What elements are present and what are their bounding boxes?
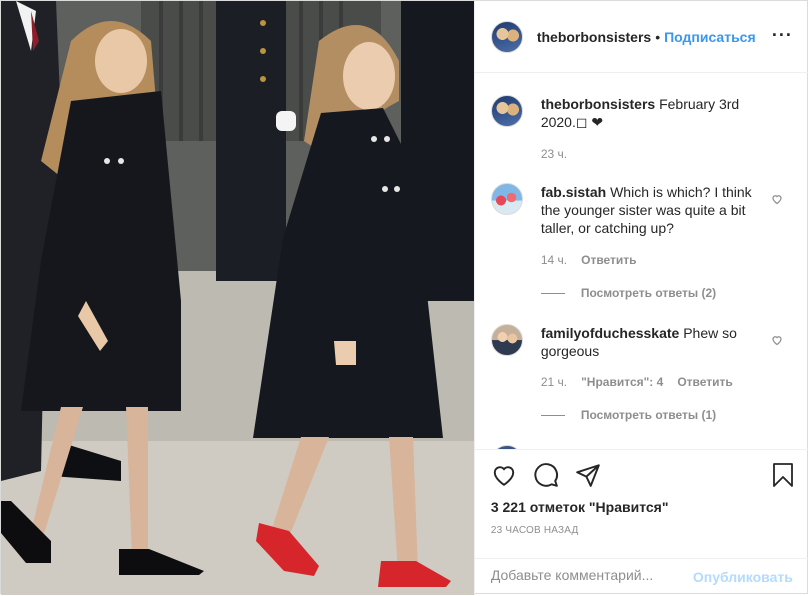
publish-button[interactable]: Опубликовать bbox=[693, 569, 793, 585]
reply-button[interactable]: Ответить bbox=[581, 253, 636, 267]
bookmark-button[interactable] bbox=[771, 462, 795, 488]
commenter-avatar[interactable] bbox=[490, 324, 523, 356]
post-photo[interactable] bbox=[1, 1, 474, 595]
comment-text: familyofduchesskate Phew so gorgeous bbox=[541, 324, 773, 360]
action-icons bbox=[491, 462, 601, 488]
comment-meta: 14 ч. Ответить bbox=[541, 253, 637, 267]
more-options-icon[interactable]: ··· bbox=[772, 25, 793, 46]
post-actions: 3 221 отметок "Нравится" 23 ЧАСОВ НАЗАД … bbox=[474, 449, 808, 596]
comment-item: fab.sistah Which is which? I think the y… bbox=[490, 183, 793, 303]
heart-icon[interactable] bbox=[491, 462, 517, 488]
comment-time[interactable]: 21 ч. bbox=[541, 375, 567, 389]
post-time[interactable]: 23 ЧАСОВ НАЗАД bbox=[491, 525, 579, 536]
post-sidebar: theborbonsisters • Подписаться ··· thebo… bbox=[473, 1, 808, 596]
view-replies-label: Посмотреть ответы (2) bbox=[580, 286, 717, 300]
add-comment-bar: Опубликовать bbox=[474, 558, 808, 596]
likes-count[interactable]: 3 221 отметок "Нравится" bbox=[491, 499, 669, 515]
share-icon[interactable] bbox=[575, 462, 601, 488]
caption-avatar[interactable] bbox=[490, 95, 523, 127]
comment-meta: 21 ч. "Нравится": 4 Ответить bbox=[541, 375, 733, 389]
replies-divider bbox=[540, 414, 565, 416]
comment-item: familyofduchesskate Phew so gorgeous 21 … bbox=[490, 324, 793, 434]
comment-time[interactable]: 14 ч. bbox=[541, 253, 567, 267]
instagram-post: theborbonsisters • Подписаться ··· thebo… bbox=[0, 0, 808, 596]
caption-text: theborbonsisters February 3rd 2020.◻ ❤ bbox=[541, 95, 781, 131]
comment-input[interactable] bbox=[490, 567, 691, 583]
small-heart-icon[interactable] bbox=[771, 334, 783, 346]
comment-username[interactable]: fab.sistah bbox=[541, 184, 606, 200]
small-heart-icon[interactable] bbox=[771, 193, 783, 205]
photo-illustration bbox=[1, 1, 474, 595]
post-header: theborbonsisters • Подписаться ··· bbox=[474, 1, 808, 73]
header-separator: • bbox=[655, 28, 661, 45]
author-username[interactable]: theborbonsisters bbox=[537, 29, 651, 45]
comment-icon[interactable] bbox=[533, 462, 559, 488]
caption-row: theborbonsisters February 3rd 2020.◻ ❤ 2… bbox=[490, 95, 793, 165]
comment-username[interactable]: familyofduchesskate bbox=[541, 325, 680, 341]
view-replies-label: Посмотреть ответы (1) bbox=[580, 408, 717, 422]
caption-username[interactable]: theborbonsisters bbox=[541, 96, 655, 112]
comment-text: fab.sistah Which is which? I think the y… bbox=[541, 183, 773, 237]
commenter-avatar[interactable] bbox=[490, 183, 523, 215]
reply-button[interactable]: Ответить bbox=[677, 375, 732, 389]
view-replies-button[interactable]: Посмотреть ответы (1) bbox=[540, 408, 717, 422]
comment-likes[interactable]: "Нравится": 4 bbox=[581, 375, 663, 389]
bookmark-icon[interactable] bbox=[771, 462, 795, 488]
caption-meta: 23 ч. bbox=[541, 147, 567, 161]
replies-divider bbox=[540, 292, 565, 294]
author-avatar[interactable] bbox=[490, 20, 523, 53]
comments-list[interactable]: theborbonsisters February 3rd 2020.◻ ❤ 2… bbox=[475, 73, 808, 449]
follow-button[interactable]: Подписаться bbox=[664, 29, 756, 45]
view-replies-button[interactable]: Посмотреть ответы (2) bbox=[540, 286, 717, 300]
caption-time[interactable]: 23 ч. bbox=[541, 147, 567, 161]
